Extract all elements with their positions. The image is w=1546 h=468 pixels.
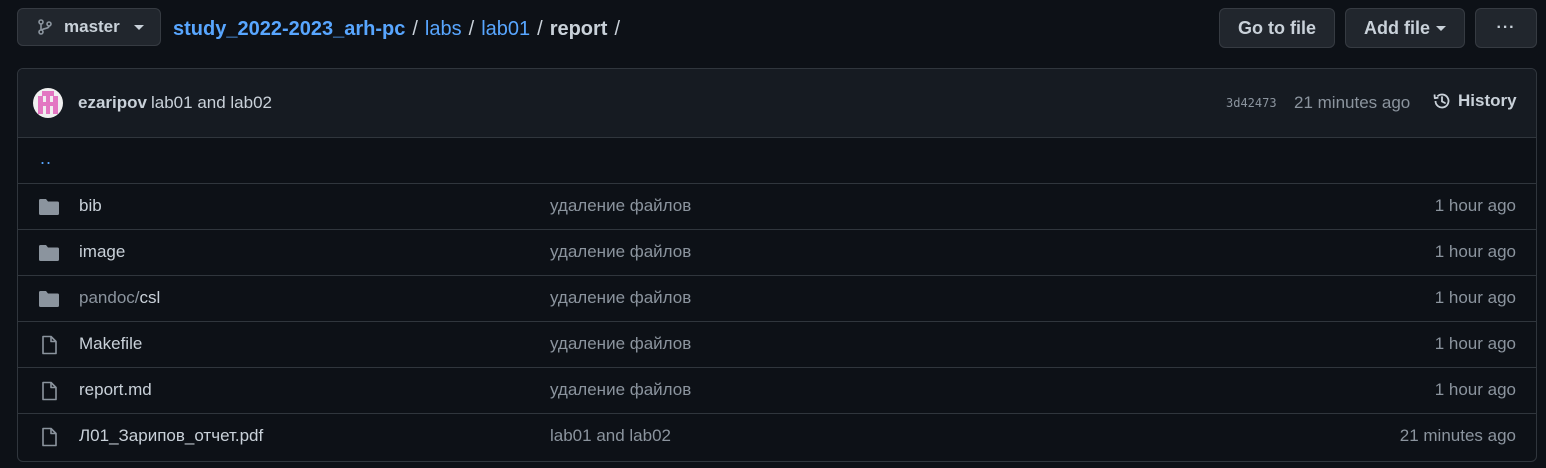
file-list: bib удаление файлов 1 hour ago image уда… [18, 184, 1536, 459]
file-name-link[interactable]: report.md [79, 380, 152, 400]
breadcrumb-lab01-link[interactable]: lab01 [481, 17, 530, 41]
file-path-prefix: pandoc/ [79, 288, 140, 307]
file-name-label: Л01_Зарипов_отчет.pdf [79, 426, 264, 445]
file-commit-age: 1 hour ago [1434, 380, 1516, 399]
file-commit-age: 21 minutes ago [1399, 426, 1516, 445]
branch-selector-button[interactable]: master [17, 8, 161, 46]
breadcrumb: study_2022-2023_arh-pc / labs / lab01 / … [173, 17, 627, 41]
file-commit-age: 1 hour ago [1434, 288, 1516, 307]
file-browser: ezaripov lab01 and lab02 3d42473 21 minu… [17, 68, 1537, 462]
go-to-file-button[interactable]: Go to file [1219, 8, 1335, 48]
file-name-link[interactable]: image [79, 242, 125, 262]
add-file-label: Add file [1364, 17, 1430, 38]
add-file-button[interactable]: Add file [1345, 8, 1465, 48]
breadcrumb-current: report [549, 18, 608, 40]
kebab-horizontal-icon: ··· [1496, 19, 1516, 36]
breadcrumb-separator: / [614, 18, 621, 40]
git-branch-icon [38, 19, 52, 35]
breadcrumb-repo-link[interactable]: study_2022-2023_arh-pc [173, 17, 405, 41]
file-name-label: report.md [79, 380, 152, 399]
file-name-label: Makefile [79, 334, 143, 353]
repo-header: master study_2022-2023_arh-pc / labs / l… [0, 0, 1546, 56]
commit-sha-link[interactable]: 3d42473 [1226, 96, 1277, 110]
file-commit-message-link[interactable]: удаление файлов [550, 380, 691, 400]
history-label: History [1458, 91, 1517, 110]
file-name-label: csl [139, 288, 161, 307]
file-name-link[interactable]: Л01_Зарипов_отчет.pdf [79, 426, 263, 446]
avatar[interactable] [33, 88, 63, 118]
file-icon [38, 427, 60, 447]
file-commit-age: 1 hour ago [1434, 334, 1516, 353]
file-commit-message-link[interactable]: удаление файлов [550, 288, 691, 308]
more-options-button[interactable]: ··· [1475, 8, 1537, 48]
file-name-label: bib [79, 196, 102, 215]
commit-time: 21 minutes ago [1294, 93, 1411, 112]
commit-author-link[interactable]: ezaripov [78, 93, 147, 113]
table-row-1[interactable]: image удаление файлов 1 hour ago [18, 230, 1536, 276]
file-commit-age: 1 hour ago [1434, 242, 1516, 261]
folder-icon [38, 197, 60, 217]
history-icon [1433, 93, 1450, 109]
parent-directory-link[interactable]: .. [40, 148, 52, 169]
file-icon [38, 335, 60, 355]
file-name-link[interactable]: Makefile [79, 334, 142, 354]
chevron-down-icon [1436, 25, 1446, 31]
breadcrumb-separator: / [537, 18, 543, 40]
folder-icon [38, 289, 60, 309]
file-commit-message-link[interactable]: удаление файлов [550, 196, 691, 216]
commit-message-link[interactable]: lab01 and lab02 [151, 93, 272, 113]
parent-directory-row: .. [18, 138, 1536, 184]
latest-commit-bar: ezaripov lab01 and lab02 3d42473 21 minu… [18, 69, 1536, 138]
file-name-link[interactable]: pandoc/csl [79, 288, 160, 308]
breadcrumb-labs-link[interactable]: labs [425, 17, 462, 41]
table-row-4[interactable]: report.md удаление файлов 1 hour ago [18, 368, 1536, 414]
table-row-0[interactable]: bib удаление файлов 1 hour ago [18, 184, 1536, 230]
file-icon [38, 381, 60, 401]
chevron-down-icon [133, 24, 144, 30]
branch-name: master [64, 17, 120, 36]
file-name-label: image [79, 242, 126, 261]
breadcrumb-separator: / [468, 18, 475, 40]
file-commit-message-link[interactable]: удаление файлов [550, 242, 691, 262]
table-row-3[interactable]: Makefile удаление файлов 1 hour ago [18, 322, 1536, 368]
table-row-5[interactable]: Л01_Зарипов_отчет.pdf lab01 and lab02 21… [18, 414, 1536, 459]
file-commit-age: 1 hour ago [1434, 196, 1516, 215]
table-row-2[interactable]: pandoc/csl удаление файлов 1 hour ago [18, 276, 1536, 322]
folder-icon [38, 243, 60, 263]
file-commit-message-link[interactable]: lab01 and lab02 [550, 426, 671, 446]
file-commit-message-link[interactable]: удаление файлов [550, 334, 691, 354]
file-name-link[interactable]: bib [79, 196, 102, 216]
go-to-file-label: Go to file [1238, 17, 1316, 38]
history-button[interactable]: History [1432, 91, 1517, 111]
breadcrumb-separator: / [412, 18, 418, 40]
